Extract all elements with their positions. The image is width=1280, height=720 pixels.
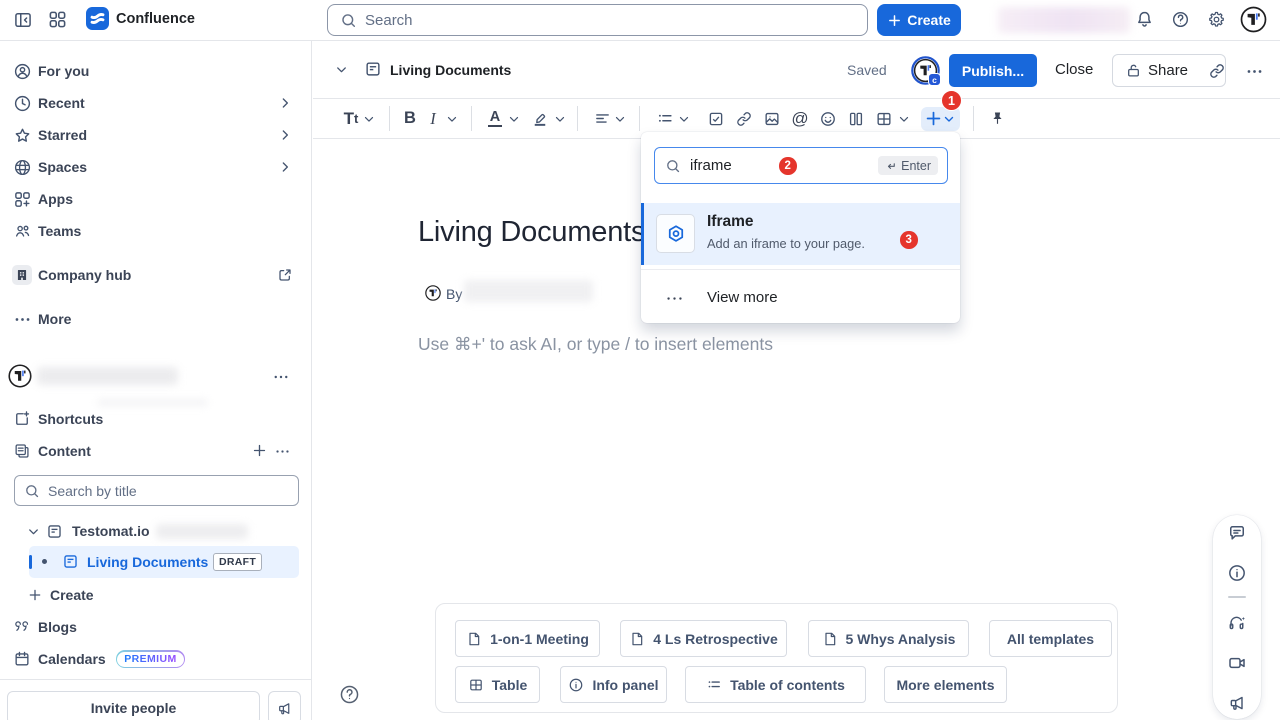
svg-text:c: c (932, 75, 937, 85)
